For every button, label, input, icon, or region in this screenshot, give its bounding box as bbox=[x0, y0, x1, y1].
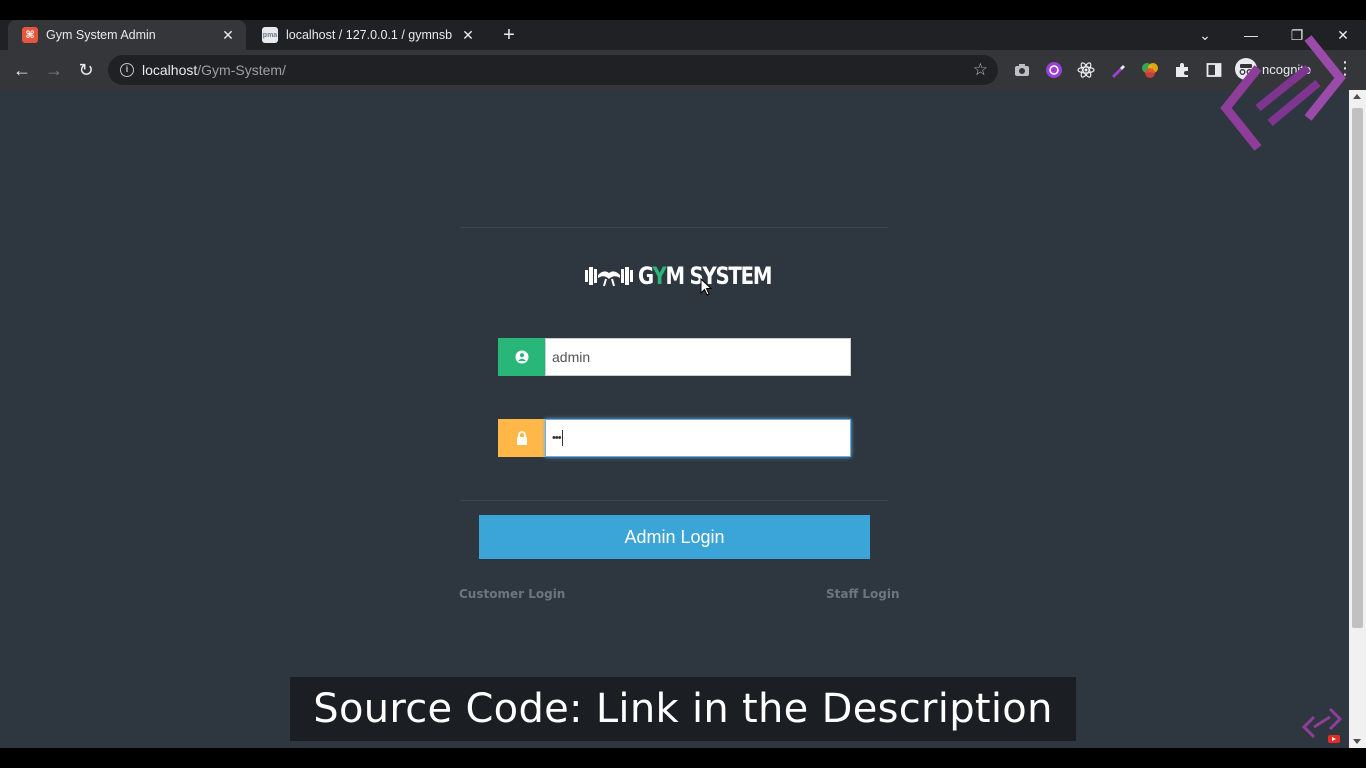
mouse-pointer-icon bbox=[700, 278, 712, 296]
channel-watermark-icon bbox=[1220, 35, 1346, 151]
react-devtools-icon[interactable] bbox=[1076, 60, 1096, 80]
tab-phpmyadmin[interactable]: pma localhost / 127.0.0.1 / gymnsb / r ✕ bbox=[248, 20, 486, 50]
camera-extension-icon[interactable] bbox=[1012, 60, 1032, 80]
color-picker-icon[interactable] bbox=[1108, 60, 1128, 80]
forward-icon[interactable]: → bbox=[40, 56, 68, 84]
scroll-down-icon[interactable] bbox=[1353, 739, 1361, 744]
back-icon[interactable]: ← bbox=[8, 56, 36, 84]
address-bar[interactable]: i localhost /Gym-System/ ☆ bbox=[108, 55, 998, 85]
gym-favicon-icon: ⌘ bbox=[22, 27, 38, 43]
scrollbar-thumb[interactable] bbox=[1352, 108, 1363, 628]
url-path: /Gym-System/ bbox=[197, 62, 286, 78]
phpmyadmin-favicon-icon: pma bbox=[262, 27, 278, 43]
extensions-puzzle-icon[interactable] bbox=[1172, 60, 1192, 80]
lock-icon bbox=[498, 419, 545, 457]
screen: ⌘ Gym System Admin ✕ pma localhost / 127… bbox=[0, 0, 1366, 768]
password-field-group: ••• bbox=[498, 419, 851, 457]
multicolor-extension-icon[interactable] bbox=[1140, 60, 1160, 80]
site-info-icon[interactable]: i bbox=[120, 63, 134, 77]
purple-extension-icon[interactable] bbox=[1044, 60, 1064, 80]
page-scrollbar[interactable] bbox=[1349, 90, 1366, 748]
login-page: GYM SYSTEM admin ••• Admin Login Custome… bbox=[0, 90, 1349, 748]
tab-title: localhost / 127.0.0.1 / gymnsb / r bbox=[286, 28, 454, 42]
text-caret bbox=[561, 430, 563, 446]
admin-login-button[interactable]: Admin Login bbox=[479, 515, 870, 559]
top-divider bbox=[460, 227, 888, 228]
tab-strip: ⌘ Gym System Admin ✕ pma localhost / 127… bbox=[0, 20, 1366, 50]
subscribe-watermark-icon bbox=[1301, 707, 1343, 743]
video-caption-banner: Source Code: Link in the Description bbox=[290, 677, 1076, 741]
staff-login-link[interactable]: Staff Login bbox=[826, 587, 900, 601]
close-icon[interactable]: ✕ bbox=[220, 27, 236, 43]
username-field-group: admin bbox=[498, 338, 851, 376]
bottom-divider bbox=[460, 500, 888, 501]
gym-system-logo: GYM SYSTEM bbox=[584, 260, 800, 292]
bookmark-star-icon[interactable]: ☆ bbox=[973, 60, 988, 80]
letterbox-bar bbox=[0, 748, 1366, 768]
dumbbell-logo-icon bbox=[585, 267, 633, 287]
customer-login-link[interactable]: Customer Login bbox=[459, 587, 565, 601]
username-input[interactable]: admin bbox=[545, 338, 851, 376]
url-host: localhost bbox=[142, 62, 198, 78]
user-icon bbox=[498, 338, 545, 376]
reload-icon[interactable]: ↻ bbox=[72, 56, 100, 84]
tab-title: Gym System Admin bbox=[46, 28, 156, 42]
password-input[interactable]: ••• bbox=[545, 419, 851, 457]
new-tab-button[interactable]: + bbox=[498, 24, 520, 46]
scroll-up-icon[interactable] bbox=[1353, 94, 1361, 99]
browser-toolbar: ← → ↻ i localhost /Gym-System/ ☆ ncognit… bbox=[0, 50, 1366, 90]
tab-gym-system-admin[interactable]: ⌘ Gym System Admin ✕ bbox=[8, 20, 246, 50]
close-icon[interactable]: ✕ bbox=[460, 27, 476, 43]
